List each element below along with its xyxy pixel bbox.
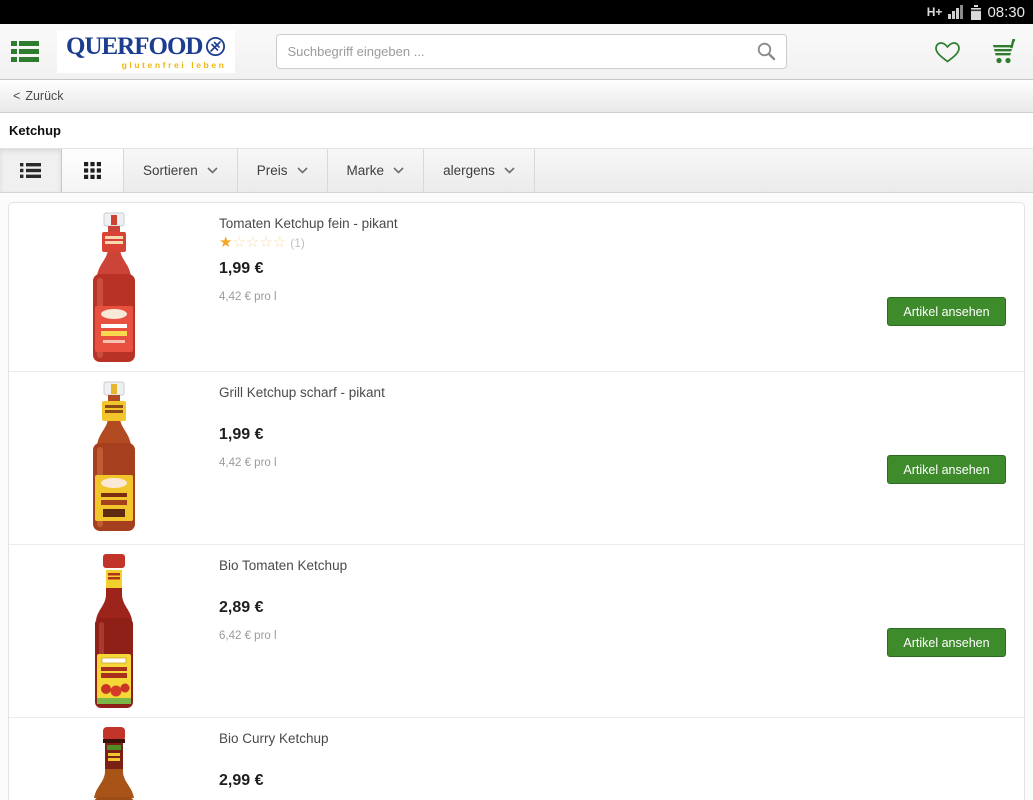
filter-dropdown-marke[interactable]: Marke <box>328 149 425 192</box>
back-button[interactable]: < Zurück <box>13 89 64 103</box>
product-image-col <box>9 718 219 800</box>
grid-view-button[interactable] <box>62 149 124 192</box>
product-price: 2,89 € <box>219 599 264 616</box>
product-price: 1,99 € <box>219 260 264 277</box>
product-rating: ★☆☆☆☆ (1) <box>219 234 1024 252</box>
filter-label: Preis <box>256 163 288 178</box>
back-bar: < Zurück <box>0 80 1033 113</box>
title-bar: Ketchup <box>0 113 1033 148</box>
star-empty-icons: ☆☆☆☆ <box>232 234 287 251</box>
product-image-col <box>9 203 219 371</box>
chevron-down-icon <box>207 167 218 174</box>
filter-label: Sortieren <box>143 163 198 178</box>
product-image <box>78 554 150 717</box>
wishlist-heart-icon[interactable] <box>934 40 961 64</box>
product-row: Bio Tomaten Ketchup 2,89 € 6,42 € pro l … <box>9 545 1024 718</box>
product-info: Bio Curry Ketchup 2,99 € 6,64 € pro l <box>219 718 1024 800</box>
grid-view-icon <box>84 162 101 179</box>
view-article-button[interactable]: Artikel ansehen <box>887 628 1006 657</box>
product-name: Tomaten Ketchup fein - pikant <box>219 216 398 231</box>
filter-dropdown-preis[interactable]: Preis <box>238 149 328 192</box>
product-list-card: Tomaten Ketchup fein - pikant ★☆☆☆☆ (1) 1… <box>8 202 1025 800</box>
brand-wordmark: QUERFOOD <box>66 33 203 60</box>
filter-dropdown-sortieren[interactable]: Sortieren <box>124 149 238 192</box>
product-image <box>78 212 150 371</box>
product-row: Bio Curry Ketchup 2,99 € 6,64 € pro l Ar… <box>9 718 1024 800</box>
crossed-grain-icon <box>205 36 226 57</box>
brand-logo[interactable]: QUERFOOD glutenfrei leben <box>57 30 236 73</box>
product-list-area: Tomaten Ketchup fein - pikant ★☆☆☆☆ (1) 1… <box>0 193 1033 800</box>
product-name: Grill Ketchup scharf - pikant <box>219 385 385 400</box>
rating-count: (1) <box>290 236 305 250</box>
star-filled-icon: ★ <box>219 234 233 251</box>
back-label: Zurück <box>25 89 64 103</box>
product-image-col <box>9 372 219 544</box>
signal-strength-icon <box>948 5 965 19</box>
chevron-down-icon <box>504 167 515 174</box>
product-price: 1,99 € <box>219 426 264 443</box>
product-image <box>78 381 150 544</box>
battery-icon <box>971 4 982 20</box>
view-article-button[interactable]: Artikel ansehen <box>887 297 1006 326</box>
search-bar <box>276 34 788 69</box>
status-bar: H+ 08:30 <box>0 0 1033 24</box>
shopping-cart-icon[interactable] <box>988 38 1018 65</box>
chevron-down-icon <box>393 167 404 174</box>
network-type-label: H+ <box>926 5 943 19</box>
chevron-down-icon <box>296 167 308 174</box>
product-row: Grill Ketchup scharf - pikant 1,99 € 4,4… <box>9 372 1024 545</box>
filter-toolbar: Sortieren Preis Marke alergens <box>0 148 1033 193</box>
page-title: Ketchup <box>9 123 61 138</box>
clock-label: 08:30 <box>987 3 1025 21</box>
filter-dropdown-alergens[interactable]: alergens <box>424 149 535 192</box>
product-image <box>78 727 150 800</box>
product-name: Bio Curry Ketchup <box>219 731 329 746</box>
filter-label: Marke <box>346 163 385 178</box>
product-image-col <box>9 545 219 717</box>
product-name: Bio Tomaten Ketchup <box>219 558 348 573</box>
filter-label: alergens <box>443 163 495 178</box>
menu-list-icon[interactable] <box>11 40 39 63</box>
list-view-icon <box>20 163 41 178</box>
app-header: QUERFOOD glutenfrei leben <box>0 24 1033 80</box>
product-price: 2,99 € <box>219 772 264 789</box>
list-view-button[interactable] <box>0 149 62 192</box>
chevron-left-icon: < <box>13 89 21 103</box>
product-info: Tomaten Ketchup fein - pikant ★☆☆☆☆ (1) 1… <box>219 203 1024 371</box>
search-icon[interactable] <box>757 42 776 61</box>
brand-tagline: glutenfrei leben <box>121 60 227 70</box>
search-input[interactable] <box>287 44 758 59</box>
view-article-button[interactable]: Artikel ansehen <box>887 455 1006 484</box>
product-row: Tomaten Ketchup fein - pikant ★☆☆☆☆ (1) 1… <box>9 203 1024 372</box>
